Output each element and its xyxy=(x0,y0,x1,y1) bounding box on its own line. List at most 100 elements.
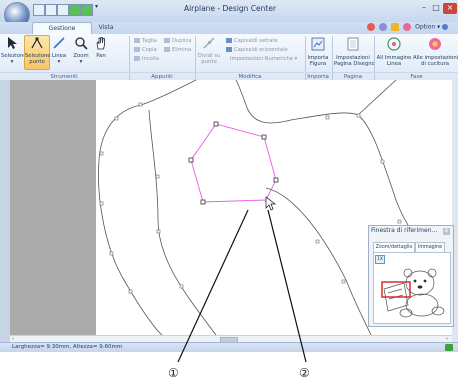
line-image-icon xyxy=(387,37,401,51)
selection-handle[interactable] xyxy=(273,177,279,183)
outline-point[interactable] xyxy=(114,116,119,121)
elimina-label: Elimina xyxy=(172,47,192,53)
elimina-button[interactable]: Elimina xyxy=(164,47,191,54)
linea-button[interactable]: Linea ▾ xyxy=(49,36,69,65)
reference-window[interactable]: Finestra di riferimen... x Zoom/dettagli… xyxy=(368,225,454,327)
outline-left-curve xyxy=(98,80,197,335)
selezione-button[interactable]: Selezione ▾ xyxy=(1,36,27,65)
alle-impostazioni-cucitura-button[interactable]: Alle impostazioni di cucitura xyxy=(413,36,458,67)
tab-vista[interactable]: Vista xyxy=(94,22,118,34)
bear-foot xyxy=(431,306,445,316)
linea-label: Linea ▾ xyxy=(51,53,67,65)
outline-point[interactable] xyxy=(155,174,160,179)
outline-point[interactable] xyxy=(138,102,143,107)
duplica-button[interactable]: Duplica xyxy=(164,38,192,45)
background-area xyxy=(10,80,96,335)
help-circle-icon[interactable] xyxy=(442,24,448,30)
title-bar: ▾ Airplane - Design Center – □ × xyxy=(0,0,458,28)
open-file-icon[interactable] xyxy=(45,4,57,16)
capisaldi-settate-button[interactable]: Capisaldi settate xyxy=(226,38,278,45)
inner-line-left xyxy=(148,109,217,335)
reference-window-close-button[interactable]: x xyxy=(443,228,450,235)
dividi-label: Dividi su punto xyxy=(197,53,221,65)
bear-ear xyxy=(427,268,437,278)
page-settings-icon xyxy=(347,37,359,51)
option-area: Option ▾ xyxy=(367,23,450,31)
zoom-label: Zoom ▾ xyxy=(73,53,89,65)
horizontal-points-icon xyxy=(226,47,232,52)
new-file-icon[interactable] xyxy=(33,4,45,16)
minimize-button[interactable]: – xyxy=(418,3,430,12)
info-icon[interactable] xyxy=(379,23,388,31)
bear-nose xyxy=(417,285,423,289)
inner-line-right xyxy=(265,187,372,335)
ribbon-tab-row: Gestione immagine Vista Option ▾ xyxy=(0,22,458,44)
star-icon[interactable] xyxy=(391,23,400,31)
scissors-icon xyxy=(134,38,140,43)
chevron-down-icon[interactable]: ▾ xyxy=(437,24,440,31)
pan-button[interactable]: Pan xyxy=(92,36,110,59)
paste-icon xyxy=(134,56,140,61)
importa-figura-button[interactable]: Importa Figura xyxy=(306,36,330,67)
outline-point[interactable] xyxy=(128,289,133,294)
bear-foot xyxy=(399,308,413,318)
redo-icon[interactable] xyxy=(81,4,93,16)
selezione-label: Selezione ▾ xyxy=(1,53,27,65)
taglia-label: Taglia xyxy=(142,38,157,44)
dividi-su-punto-button[interactable]: Dividi su punto xyxy=(197,36,221,65)
bear-body xyxy=(405,293,439,317)
outline-top-right xyxy=(357,80,397,116)
incolla-button[interactable]: Incolla xyxy=(134,56,159,63)
help-icon[interactable] xyxy=(367,23,376,31)
maximize-button[interactable]: □ xyxy=(430,3,442,12)
reference-preview[interactable]: 1X xyxy=(373,252,451,324)
outline-point[interactable] xyxy=(109,251,114,256)
outline-point[interactable] xyxy=(99,151,104,156)
status-bar: Larghezza= 9.30mm, Altezza= 9.60mm xyxy=(0,342,458,352)
selection-handle[interactable] xyxy=(261,134,267,140)
copia-button[interactable]: Copia xyxy=(134,47,157,54)
outline-point[interactable] xyxy=(315,239,320,244)
taglia-button[interactable]: Taglia xyxy=(134,38,157,45)
impostazioni-numeriche-button[interactable]: Impostazioni Numeriche ▾ xyxy=(230,56,297,63)
quick-access-dropdown-icon[interactable]: ▾ xyxy=(95,3,98,10)
outline-point[interactable] xyxy=(156,229,161,234)
duplicate-icon xyxy=(164,38,170,43)
option-menu[interactable]: Option xyxy=(415,24,435,31)
callout-2-label: ② xyxy=(299,366,310,380)
all-immagine-linea-button[interactable]: All Immagine Linea xyxy=(376,36,412,67)
copy-icon xyxy=(134,47,140,52)
status-text: Larghezza= 9.30mm, Altezza= 9.60mm xyxy=(12,344,123,350)
outline-point[interactable] xyxy=(341,279,346,284)
impostazioni-pagina-button[interactable]: Impostazioni Pagina Disegno xyxy=(334,36,375,67)
anchor-points-icon xyxy=(226,38,232,43)
zoom-button[interactable]: Zoom ▾ xyxy=(71,36,91,65)
reference-window-title: Finestra di riferimen... xyxy=(371,227,438,234)
close-button[interactable]: × xyxy=(443,3,457,14)
save-icon[interactable] xyxy=(57,4,69,16)
outline-point[interactable] xyxy=(380,159,385,164)
copia-label: Copia xyxy=(142,47,157,53)
import-image-icon xyxy=(311,37,325,51)
sewing-settings-icon xyxy=(429,38,441,50)
fase-cucitura-label: Alle impostazioni di cucitura xyxy=(413,55,458,67)
design-center-icon[interactable] xyxy=(403,23,412,31)
hand-icon xyxy=(96,37,105,50)
outline-point[interactable] xyxy=(179,284,184,289)
outline-point[interactable] xyxy=(397,219,402,224)
selection-handle[interactable] xyxy=(188,157,194,163)
undo-icon[interactable] xyxy=(69,4,81,16)
selected-shape[interactable] xyxy=(188,121,279,205)
selection-handle[interactable] xyxy=(213,121,219,127)
zoom-icon xyxy=(75,37,88,50)
outline-point[interactable] xyxy=(325,115,330,120)
outline-point[interactable] xyxy=(99,201,104,206)
bear-ear xyxy=(403,268,413,278)
left-border-strip xyxy=(0,80,10,343)
split-point-icon xyxy=(203,37,215,49)
point-select-icon xyxy=(31,37,43,49)
selection-handle[interactable] xyxy=(200,199,206,205)
outline-point[interactable] xyxy=(356,113,361,118)
capisaldi-orizzontale-button[interactable]: Capisaldi orizzontale xyxy=(226,47,288,54)
selezione-punto-button[interactable]: Selezione punto xyxy=(24,35,50,70)
